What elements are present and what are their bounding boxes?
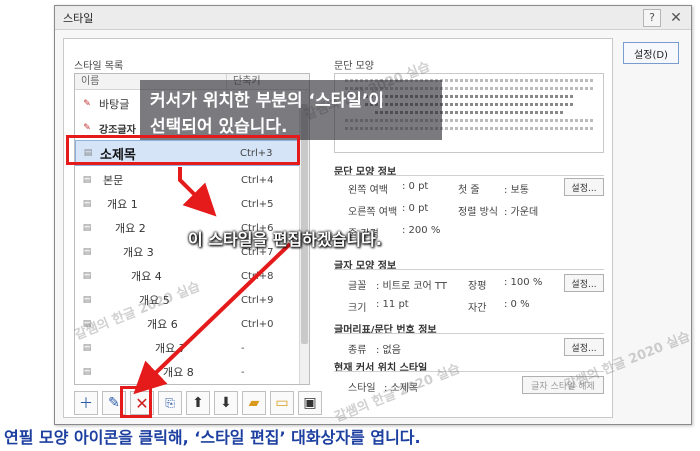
tutorial-screenshot: 스타일 ? ✕ 스타일 목록 이름 단축키 ✎ 바탕글 ✎ 강조글자 xyxy=(0,0,700,451)
arrow-to-pencil xyxy=(133,242,292,395)
bottom-instruction: 연필 모양 아이콘을 클릭해, ‘스타일 편집’ 대화상자를 엽니다. xyxy=(4,428,421,447)
arrow-to-callout xyxy=(178,167,217,217)
edit-callout: 이 스타일을 편집하겠습니다. xyxy=(188,230,382,249)
